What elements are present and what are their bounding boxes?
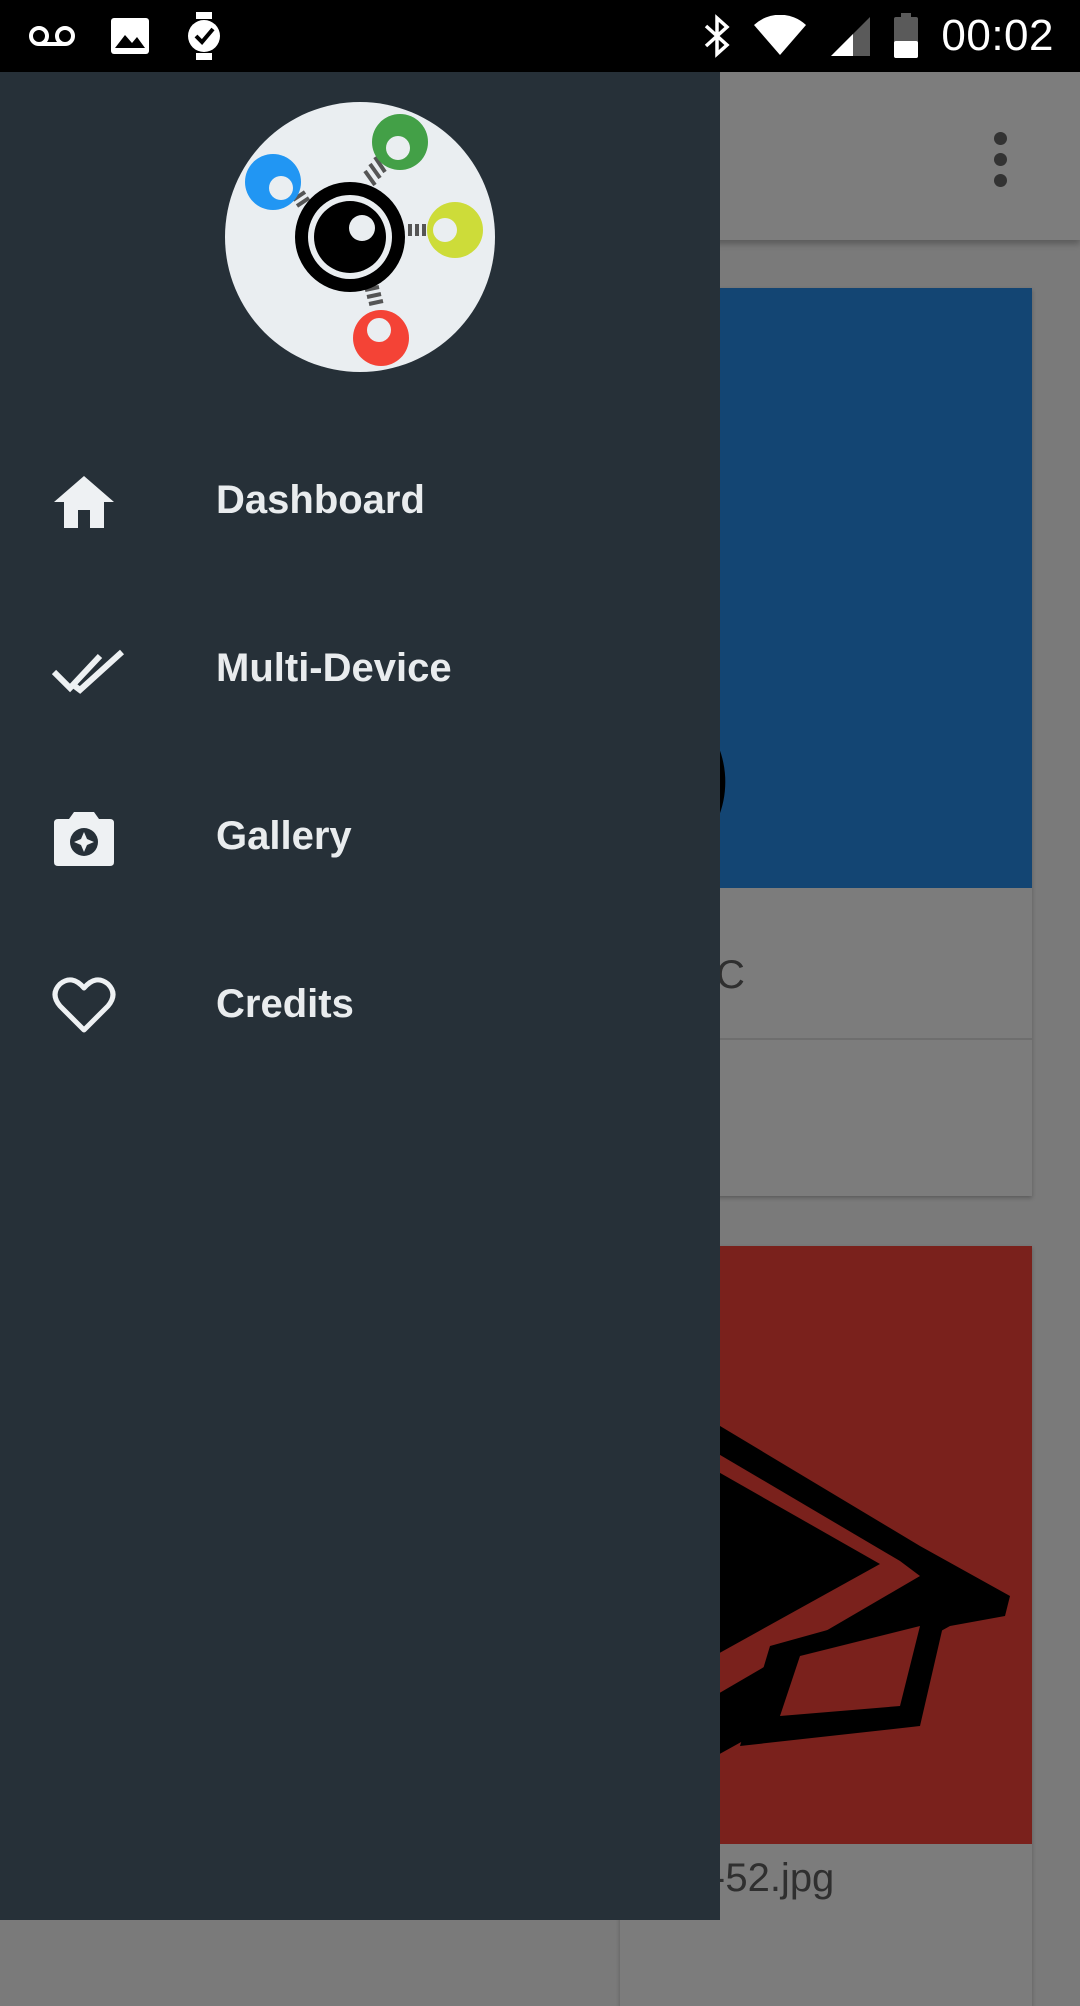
wifi-icon bbox=[753, 15, 807, 57]
drawer-item-dashboard[interactable]: Dashboard bbox=[0, 440, 720, 560]
app-logo bbox=[225, 102, 495, 372]
card-caption: -52.jpg bbox=[712, 1856, 835, 1900]
drawer-item-label: Dashboard bbox=[216, 478, 425, 522]
status-bar: 00:02 bbox=[0, 0, 1080, 72]
home-icon bbox=[52, 470, 116, 534]
battery-icon bbox=[893, 13, 919, 59]
heart-icon bbox=[52, 974, 116, 1038]
drawer-item-multi-device[interactable]: Multi-Device bbox=[0, 608, 720, 728]
navigation-drawer: Dashboard Multi-Device Gallery Credits bbox=[0, 72, 720, 1920]
cell-signal-icon bbox=[829, 15, 871, 57]
drawer-item-label: Gallery bbox=[216, 814, 352, 858]
double-check-icon bbox=[51, 638, 125, 702]
clock-time: 00:02 bbox=[941, 11, 1054, 60]
overflow-menu-icon[interactable] bbox=[994, 132, 1008, 188]
watch-icon bbox=[184, 11, 224, 61]
image-icon bbox=[110, 17, 150, 55]
drawer-item-label: Multi-Device bbox=[216, 646, 452, 690]
drawer-item-label: Credits bbox=[216, 982, 354, 1026]
bluetooth-icon bbox=[703, 14, 731, 58]
drawer-item-credits[interactable]: Credits bbox=[0, 944, 720, 1064]
voicemail-icon bbox=[28, 21, 76, 51]
drawer-item-gallery[interactable]: Gallery bbox=[0, 776, 720, 896]
camera-icon bbox=[52, 806, 116, 870]
